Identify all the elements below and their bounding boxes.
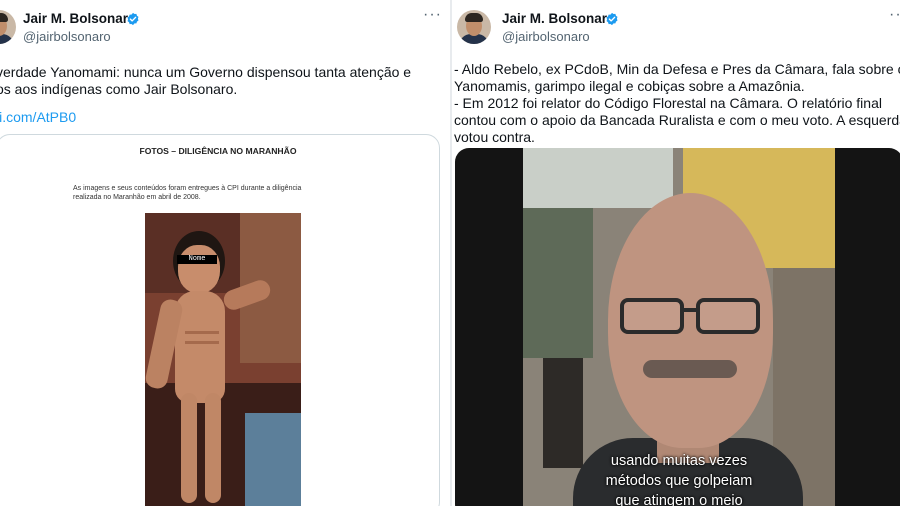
author-name[interactable]: Jair M. Bolsonaro — [502, 11, 615, 26]
censor-label: Nome — [188, 255, 206, 263]
tweet-text-line: os aos indígenas como Jair Bolsonaro. — [0, 81, 238, 97]
video-subtitle-line: métodos que golpeiam — [605, 473, 753, 489]
tweet-text-line: contou com o apoio da Bancada Ruralista … — [454, 112, 900, 128]
author-handle[interactable]: @jairbolsonaro — [23, 29, 111, 44]
video-player[interactable]: usando muitas vezes métodos que golpeiam… — [455, 148, 900, 506]
document-caption: As imagens e seus conteúdos foram entreg… — [73, 185, 302, 201]
tweet-text-line: verdade Yanomami: nunca um Governo dispe… — [0, 64, 412, 80]
author-avatar[interactable] — [457, 10, 491, 44]
tweet-link[interactable]: li.com/AtPB0 — [0, 109, 76, 125]
more-options-icon[interactable]: ··· — [423, 6, 442, 24]
tweet-text-line: votou contra. — [454, 129, 535, 145]
video-frame[interactable]: usando muitas vezes métodos que golpeiam… — [523, 148, 835, 506]
tweet-right[interactable]: Jair M. Bolsonaro @jairbolsonaro ··· - A… — [452, 0, 900, 506]
video-subtitle-line: que atingem o meio — [615, 493, 743, 506]
author-name[interactable]: Jair M. Bolsonaro — [23, 11, 136, 26]
document-title: FOTOS – DILIGÊNCIA NO MARANHÃO — [139, 146, 297, 156]
tweet-text-line: Yanomamis, garimpo ilegal e cobiças sobr… — [454, 78, 805, 94]
document-photo[interactable]: Nome — [145, 213, 301, 506]
author-handle[interactable]: @jairbolsonaro — [502, 29, 590, 44]
video-subtitle-line: usando muitas vezes — [610, 453, 748, 469]
tweet-text-line: - Em 2012 foi relator do Código Floresta… — [454, 95, 882, 111]
verified-badge-icon — [606, 12, 618, 26]
author-avatar[interactable] — [0, 10, 16, 44]
more-options-icon[interactable]: ··· — [889, 6, 900, 24]
tweet-left[interactable]: Jair M. Bolsonaro @jairbolsonaro ··· ver… — [0, 0, 452, 506]
document-attachment[interactable]: FOTOS – DILIGÊNCIA NO MARANHÃO As imagen… — [0, 134, 440, 506]
verified-badge-icon — [127, 12, 139, 26]
tweet-text-line: - Aldo Rebelo, ex PCdoB, Min da Defesa e… — [454, 61, 900, 77]
